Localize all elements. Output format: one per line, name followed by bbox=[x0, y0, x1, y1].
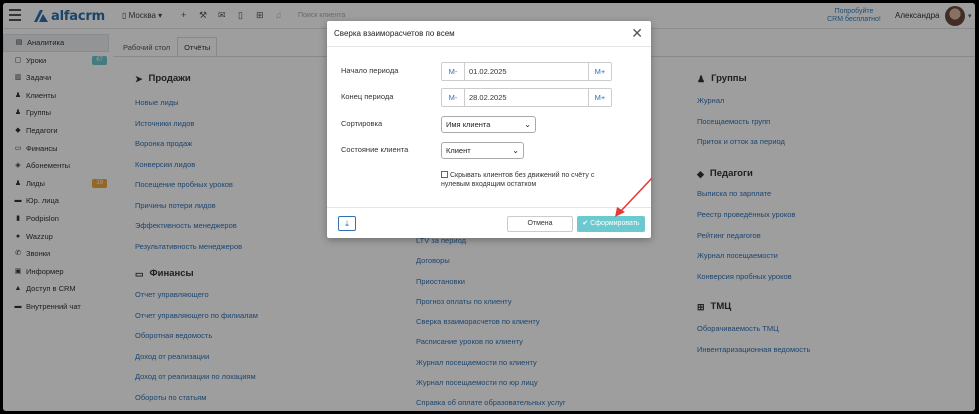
app-window: alfacrm ▯ Москва ▾ + ⚒ ✉ ▯ ⊞ ♫ Поиск кли… bbox=[3, 3, 975, 411]
annotation-arrow-icon bbox=[615, 177, 653, 217]
